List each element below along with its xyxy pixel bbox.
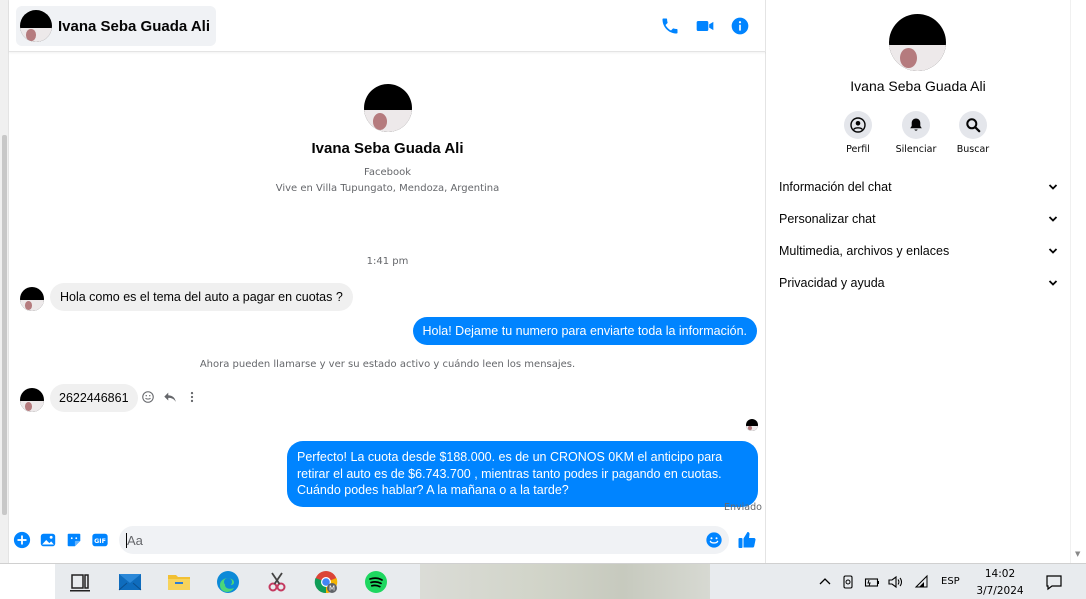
search-icon (966, 118, 981, 133)
section-label: Personalizar chat (779, 212, 876, 226)
section-label: Privacidad y ayuda (779, 276, 885, 290)
header-contact-name: Ivana Seba Guada Ali (58, 17, 210, 35)
task-view-icon[interactable] (68, 570, 92, 594)
chevron-down-icon (1048, 280, 1058, 286)
chevron-down-icon (1048, 248, 1058, 254)
file-explorer-icon[interactable] (167, 570, 191, 594)
info-icon[interactable] (730, 16, 750, 36)
battery-icon[interactable] (864, 574, 880, 590)
plus-icon[interactable] (13, 531, 31, 549)
bell-icon (910, 118, 922, 131)
chat-panel: Ivana Seba Guada Ali Ivana Seba Guada Al… (9, 0, 766, 563)
message-bubble-outgoing[interactable]: Perfecto! La cuota desde $188.000. es de… (287, 441, 758, 507)
avatar[interactable] (363, 84, 412, 132)
volume-icon[interactable] (887, 574, 903, 590)
info-contact-name: Ivana Seba Guada Ali (850, 78, 986, 94)
profile-location: Vive en Villa Tupungato, Mendoza, Argent… (275, 183, 500, 194)
header-contact-button[interactable]: Ivana Seba Guada Ali (16, 6, 216, 46)
clock-time[interactable]: 14:02 (970, 568, 1030, 580)
section-media-files-links[interactable]: Multimedia, archivos y enlaces (779, 241, 1059, 261)
show-hidden-icons-icon[interactable] (817, 574, 833, 590)
chat-info-panel: Ivana Seba Guada Ali Perfil Silenciar Bu… (766, 0, 1070, 563)
section-privacy-help[interactable]: Privacidad y ayuda (779, 273, 1059, 293)
avatar[interactable] (20, 388, 44, 412)
svg-text:GIF: GIF (94, 538, 106, 545)
mute-button-label: Silenciar (895, 144, 937, 155)
wifi-icon[interactable] (914, 574, 930, 590)
more-options-icon[interactable] (185, 390, 199, 404)
time-divider: 1:41 pm (366, 256, 409, 267)
seen-indicator-avatar (746, 419, 758, 431)
avatar (20, 10, 52, 42)
section-customize-chat[interactable]: Personalizar chat (779, 209, 1059, 229)
spotify-icon[interactable] (364, 570, 388, 594)
left-scrollbar-thumb[interactable] (2, 135, 7, 515)
scroll-down-arrow-icon[interactable]: ▼ (1075, 550, 1080, 558)
section-chat-info[interactable]: Información del chat (779, 177, 1059, 197)
left-scrollbar[interactable] (0, 0, 9, 563)
edge-icon[interactable] (216, 570, 240, 594)
video-icon[interactable] (695, 16, 715, 36)
chevron-down-icon (1048, 216, 1058, 222)
section-label: Multimedia, archivos y enlaces (779, 244, 950, 258)
sent-status: Enviado (724, 502, 762, 513)
language-indicator[interactable]: ESP (941, 576, 960, 587)
message-bubble-incoming[interactable]: Hola como es el tema del auto a pagar en… (50, 283, 353, 311)
profile-button[interactable]: Perfil (828, 111, 888, 155)
text-caret (126, 533, 127, 548)
conversation-profile: Ivana Seba Guada Ali Facebook Vive en Vi… (9, 84, 766, 194)
taskbar-blank-area (0, 564, 55, 599)
message-input[interactable] (119, 526, 729, 554)
sticker-icon[interactable] (65, 531, 83, 549)
chrome-icon[interactable]: M (314, 570, 338, 594)
device-icon[interactable] (840, 574, 856, 590)
section-label: Información del chat (779, 180, 892, 194)
taskbar-background-image (420, 564, 710, 599)
profile-button-label: Perfil (846, 144, 870, 155)
notifications-icon[interactable] (1045, 573, 1063, 591)
search-button[interactable]: Buscar (943, 111, 1003, 155)
mute-button[interactable]: Silenciar (886, 111, 946, 155)
emoji-icon[interactable] (705, 531, 723, 549)
profile-platform: Facebook (364, 167, 411, 178)
mail-icon[interactable] (118, 570, 142, 594)
gif-icon[interactable]: GIF (91, 531, 109, 549)
chevron-down-icon (1048, 184, 1058, 190)
conversation-notice: Ahora pueden llamarse y ver su estado ac… (199, 359, 576, 370)
profile-name: Ivana Seba Guada Ali (311, 140, 464, 157)
message-bubble-outgoing[interactable]: Hola! Dejame tu numero para enviarte tod… (412, 317, 757, 345)
profile-icon (850, 117, 866, 133)
snipping-tool-icon[interactable] (265, 570, 289, 594)
message-composer: GIF (9, 522, 766, 558)
taskbar: M ESP 14:02 3/7/2024 (0, 563, 1086, 599)
message-bubble-incoming[interactable]: 2622446861 (50, 384, 138, 412)
image-icon[interactable] (39, 531, 57, 549)
right-scrollbar[interactable]: ▼ (1070, 0, 1086, 563)
clock-date[interactable]: 3/7/2024 (970, 585, 1030, 597)
svg-text:M: M (329, 585, 335, 593)
like-icon[interactable] (737, 530, 757, 550)
reply-icon[interactable] (163, 390, 177, 404)
avatar[interactable] (889, 14, 946, 71)
react-icon[interactable] (141, 390, 155, 404)
chat-header: Ivana Seba Guada Ali (9, 0, 766, 52)
avatar[interactable] (20, 287, 44, 311)
search-button-label: Buscar (956, 144, 990, 155)
phone-icon[interactable] (660, 16, 680, 36)
